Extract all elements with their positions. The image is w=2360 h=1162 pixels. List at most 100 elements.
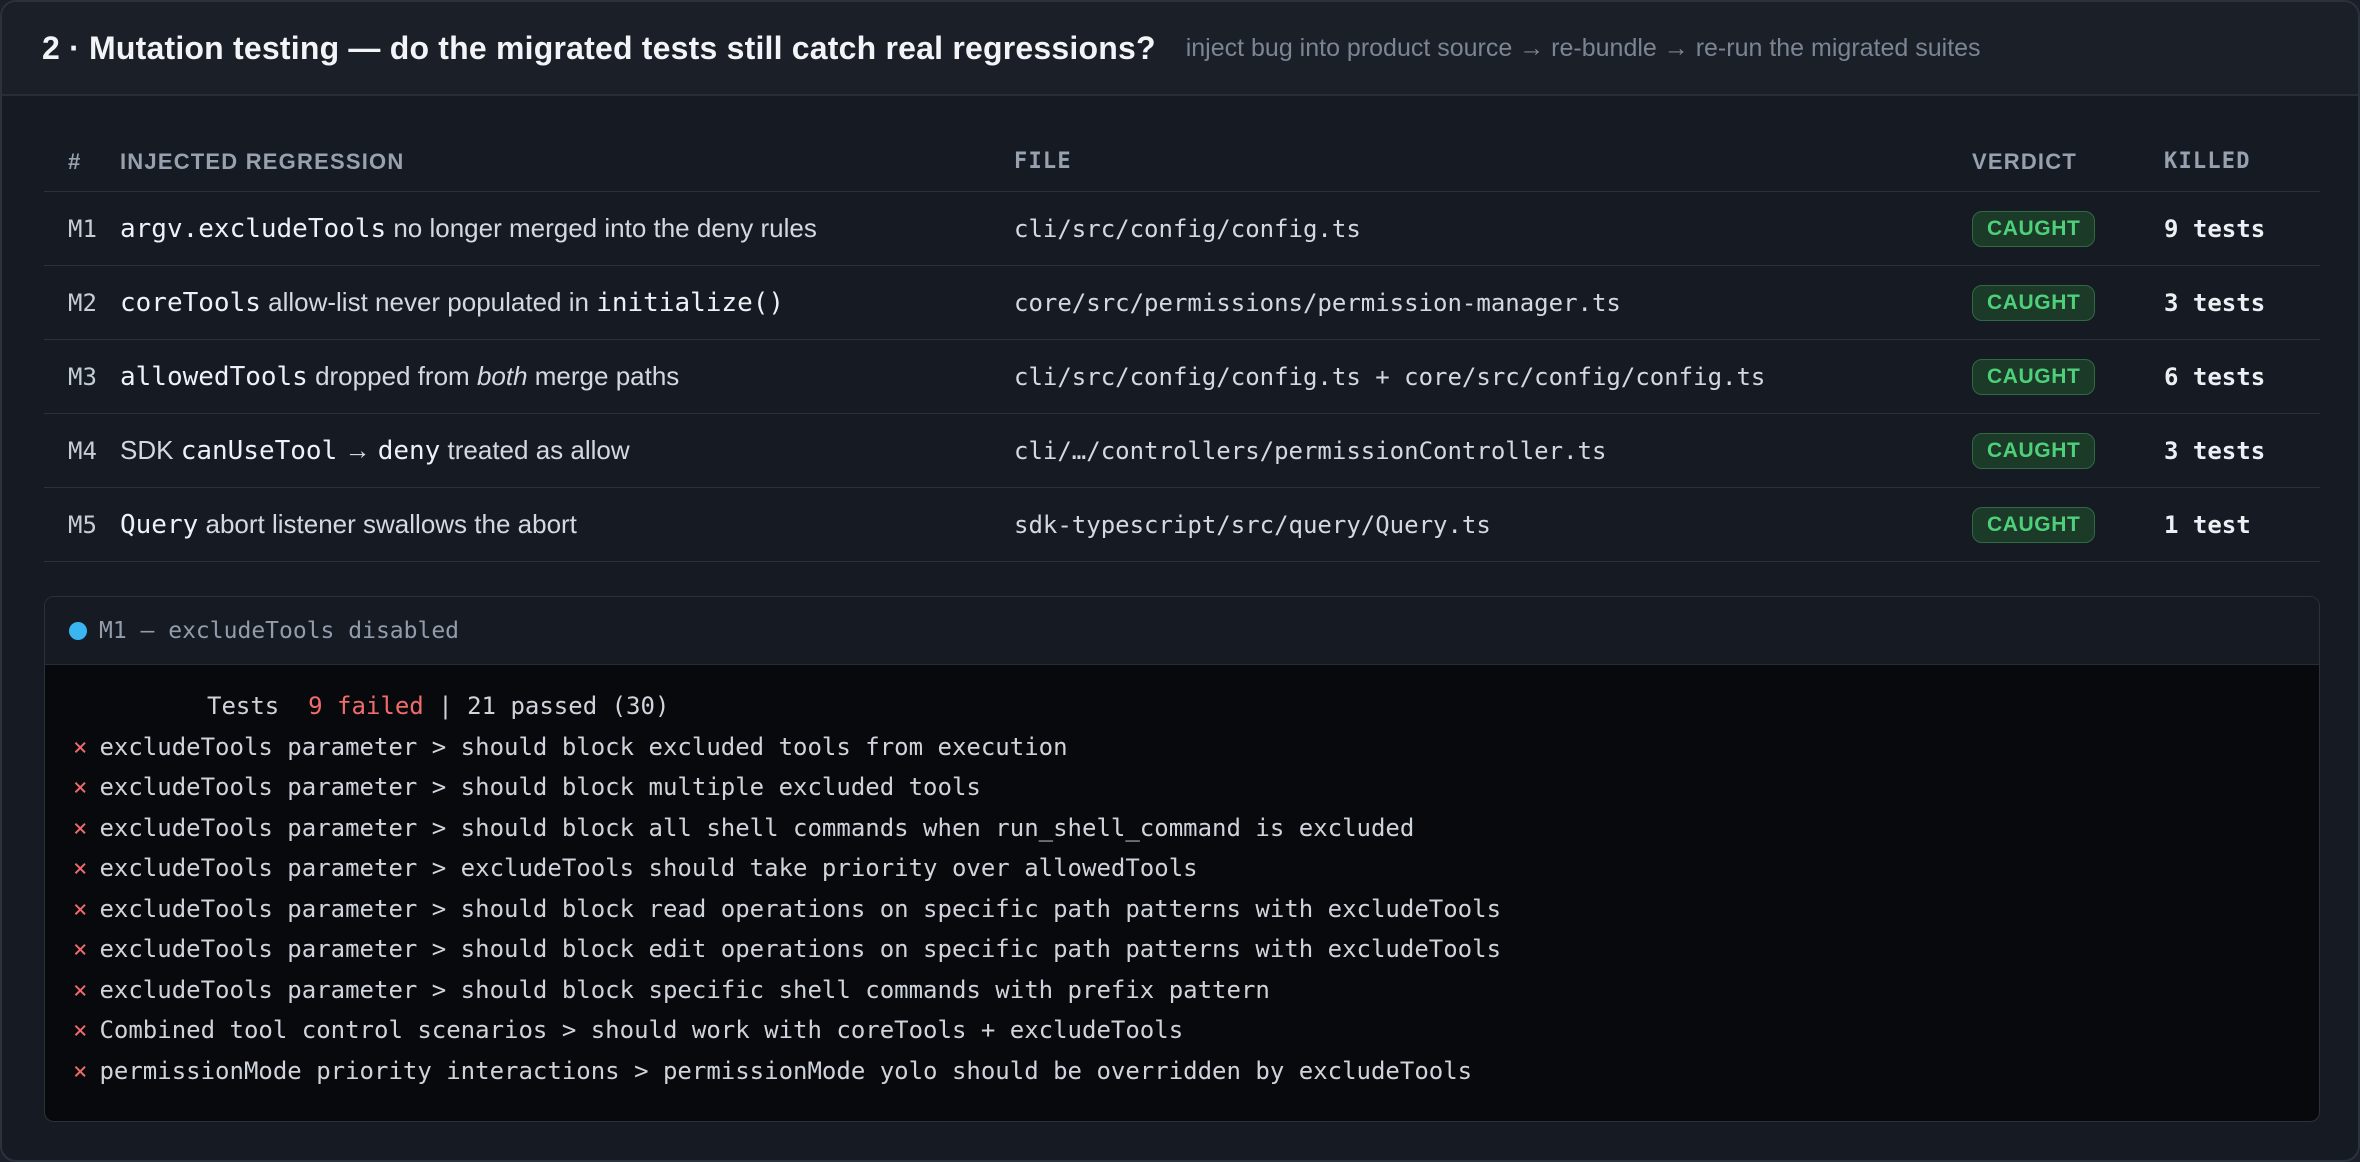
regression-description: coreTools allow-list never populated in … [120, 287, 1014, 318]
panel-header: M1 — excludeTools disabled [45, 597, 2319, 665]
failed-test-line: × excludeTools parameter > should block m… [73, 772, 2319, 813]
file-path: cli/…/controllers/permissionController.t… [1014, 436, 1607, 465]
killed-count: 3 tests [2164, 436, 2266, 465]
fail-x-icon: × [73, 854, 88, 882]
failed-test-line: × Combined tool control scenarios > shoul… [73, 1015, 2319, 1056]
text-fragment: → [337, 435, 378, 465]
table-row: M3 allowedTools dropped from both merge p… [44, 340, 2320, 414]
fail-x-icon: × [73, 935, 88, 963]
text-fragment: SDK [120, 435, 181, 465]
column-header-regression: INJECTED REGRESSION [120, 148, 405, 174]
failed-test-name: permissionMode priority interactions > p… [99, 1056, 1473, 1085]
verdict-cell: CAUGHT [1972, 506, 2164, 543]
summary-failed: 9 failed [308, 692, 424, 720]
text-fragment: merge paths [527, 361, 680, 391]
killed-count: 3 tests [2164, 288, 2266, 317]
code-fragment: coreTools [120, 288, 261, 318]
mutation-id: M4 [68, 436, 97, 465]
section-header: 2 · Mutation testing — do the migrated t… [2, 2, 2358, 96]
mutation-id: M1 [68, 214, 97, 243]
table-row: M4 SDK canUseTool → deny treated as allow… [44, 414, 2320, 488]
regression-description: SDK canUseTool → deny treated as allow [120, 435, 1014, 466]
summary-prefix: Tests [207, 692, 309, 720]
fail-x-icon: × [73, 1056, 88, 1085]
test-output-panel: M1 — excludeTools disabled Tests 9 faile… [44, 596, 2320, 1122]
failed-test-line: × excludeTools parameter > excludeTools s… [73, 853, 2319, 894]
file-path: cli/src/config/config.ts [1014, 214, 1361, 243]
test-summary-line: Tests 9 failed | 21 passed (30) [73, 691, 2319, 732]
section-subtitle: inject bug into product source → re-bund… [1185, 33, 1981, 62]
regression-description: Query abort listener swallows the abort [120, 509, 1014, 540]
failed-test-line: × excludeTools parameter > should block a… [73, 813, 2319, 854]
column-header-killed: KILLED [2164, 149, 2251, 174]
failed-test-name: excludeTools parameter > should block mu… [99, 773, 981, 801]
failed-test-line: × excludeTools parameter > should block r… [73, 894, 2319, 935]
failed-test-line: × excludeTools parameter > should block e… [73, 934, 2319, 975]
file-path: core/src/permissions/permission-manager.… [1014, 288, 1621, 317]
verdict-badge: CAUGHT [1972, 284, 2096, 321]
text-fragment: dropped from [307, 361, 477, 391]
mutation-id: M2 [68, 288, 97, 317]
file-path: cli/src/config/config.ts + core/src/conf… [1014, 362, 1766, 391]
failed-test-line: × excludeTools parameter > should block e… [73, 732, 2319, 773]
code-fragment: Query [120, 510, 199, 540]
text-fragment: both [476, 361, 528, 391]
failed-test-name: excludeTools parameter > should block sp… [99, 975, 1270, 1004]
fail-x-icon: × [73, 813, 88, 842]
text-fragment: treated as allow [440, 435, 630, 465]
verdict-cell: CAUGHT [1972, 210, 2164, 247]
failed-test-name: excludeTools parameter > excludeTools sh… [99, 854, 1198, 882]
verdict-badge: CAUGHT [1972, 358, 2096, 395]
text-fragment: allow-list never populated in [260, 287, 597, 317]
failed-test-line: × permissionMode priority interactions > … [73, 1056, 2319, 1097]
failed-test-name: excludeTools parameter > should block re… [99, 894, 1502, 923]
failure-list: × excludeTools parameter > should block e… [73, 732, 2319, 1097]
mutation-id: M5 [68, 510, 97, 539]
text-fragment: no longer merged into the deny rules [386, 213, 817, 243]
mutation-table: # INJECTED REGRESSION FILE VERDICT KILLE… [44, 132, 2320, 562]
killed-count: 6 tests [2164, 362, 2266, 391]
failed-test-name: excludeTools parameter > should block ed… [99, 935, 1502, 963]
failed-test-line: × excludeTools parameter > should block s… [73, 975, 2319, 1016]
code-fragment: argv.excludeTools [120, 214, 387, 244]
table-row: M2 coreTools allow-list never populated i… [44, 266, 2320, 340]
summary-rest: | 21 passed (30) [423, 692, 670, 720]
panel-title: M1 — excludeTools disabled [99, 617, 460, 644]
verdict-cell: CAUGHT [1972, 358, 2164, 395]
failed-test-name: Combined tool control scenarios > should… [99, 1016, 1184, 1044]
fail-x-icon: × [73, 732, 88, 761]
table-header-row: # INJECTED REGRESSION FILE VERDICT KILLE… [44, 132, 2320, 192]
table-body: M1 argv.excludeTools no longer merged int… [44, 192, 2320, 562]
column-header-num: # [68, 148, 82, 174]
table-row: M5 Query abort listener swallows the abor… [44, 488, 2320, 562]
killed-count: 9 tests [2164, 214, 2266, 243]
regression-description: argv.excludeTools no longer merged into … [120, 213, 1014, 244]
fail-x-icon: × [73, 773, 88, 801]
column-header-verdict: VERDICT [1972, 148, 2077, 174]
file-path: sdk-typescript/src/query/Query.ts [1014, 510, 1491, 539]
status-dot-icon [69, 621, 87, 640]
regression-description: allowedTools dropped from both merge pat… [120, 361, 1014, 392]
failed-test-name: excludeTools parameter > should block ex… [99, 732, 1068, 761]
section-title: 2 · Mutation testing — do the migrated t… [42, 29, 1156, 66]
code-fragment: canUseTool [180, 436, 338, 466]
verdict-badge: CAUGHT [1972, 506, 2096, 543]
report-card: 2 · Mutation testing — do the migrated t… [0, 0, 2360, 1162]
verdict-cell: CAUGHT [1972, 284, 2164, 321]
failed-test-name: excludeTools parameter > should block al… [99, 813, 1415, 842]
verdict-badge: CAUGHT [1972, 210, 2096, 247]
table-row: M1 argv.excludeTools no longer merged int… [44, 192, 2320, 266]
code-fragment: deny [377, 436, 441, 466]
code-fragment: allowedTools [120, 362, 308, 392]
column-header-file: FILE [1014, 149, 1072, 174]
text-fragment: abort listener swallows the abort [198, 509, 577, 539]
fail-x-icon: × [73, 894, 88, 923]
killed-count: 1 test [2164, 510, 2251, 539]
terminal-output: Tests 9 failed | 21 passed (30) × exclude… [45, 665, 2319, 1096]
verdict-cell: CAUGHT [1972, 432, 2164, 469]
fail-x-icon: × [73, 1016, 88, 1044]
fail-x-icon: × [73, 975, 88, 1004]
code-fragment: initialize() [596, 288, 785, 318]
verdict-badge: CAUGHT [1972, 432, 2096, 469]
mutation-id: M3 [68, 362, 97, 391]
